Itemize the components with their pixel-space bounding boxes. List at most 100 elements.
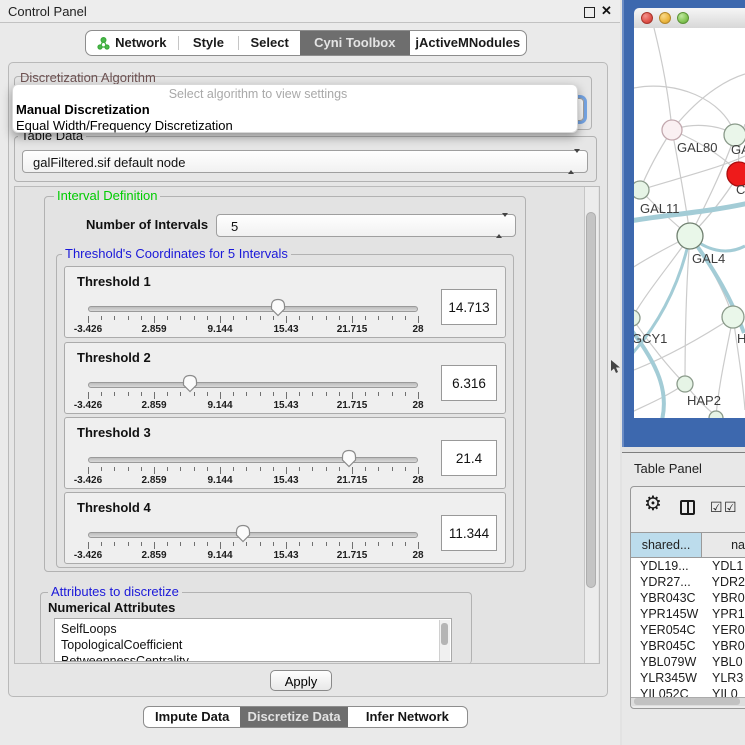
slider-tick <box>365 392 366 396</box>
table-row[interactable]: YPR145WYPR1 <box>631 606 745 622</box>
table-row[interactable]: YDL19...YDL1 <box>631 558 745 574</box>
threshold-value-field[interactable]: 6.316 <box>441 365 497 401</box>
network-view[interactable]: GAL80GACGAL11GAL4GCY1HHAP2 <box>634 28 745 418</box>
threshold-slider-track[interactable] <box>88 306 418 312</box>
tab-network[interactable]: Network <box>86 31 178 55</box>
tab-select[interactable]: Select <box>239 31 300 55</box>
slider-tick <box>352 467 353 474</box>
network-edge[interactable] <box>634 384 685 412</box>
settings-scrollbar-thumb[interactable] <box>586 212 596 588</box>
close-window-icon[interactable] <box>641 12 653 24</box>
slider-tick-label: 2.859 <box>141 550 166 561</box>
minimize-window-icon[interactable] <box>659 12 671 24</box>
slider-tick <box>128 316 129 320</box>
threshold-value-field[interactable]: 11.344 <box>441 515 497 551</box>
table-row[interactable]: YLR345WYLR3 <box>631 670 745 686</box>
table-row[interactable]: YDR27...YDR2 <box>631 574 745 590</box>
cell-name[interactable]: YDL1 <box>712 558 743 574</box>
dropdown-option-equal-width[interactable]: Equal Width/Frequency Discretization <box>16 118 233 133</box>
table-settings-gear-icon[interactable]: ⚙ <box>644 494 662 514</box>
threshold-slider-thumb[interactable] <box>341 449 357 468</box>
dropdown-placeholder: Select algorithm to view settings <box>13 87 503 101</box>
threshold-slider-thumb[interactable] <box>182 374 198 393</box>
cell-name[interactable]: YBL0 <box>712 654 743 670</box>
threshold-slider-track[interactable] <box>88 532 418 538</box>
tab-discretize-data[interactable]: Discretize Data <box>240 707 347 727</box>
cell-name[interactable]: YER0 <box>712 622 745 638</box>
slider-tick <box>167 392 168 396</box>
slider-tick-label: -3.426 <box>74 550 102 561</box>
tab-style[interactable]: Style <box>179 31 239 55</box>
network-window-titlebar[interactable] <box>634 8 745 29</box>
network-node-HAP2[interactable] <box>677 376 693 392</box>
slider-tick <box>286 542 287 549</box>
cell-shared-name[interactable]: YER054C <box>631 622 712 638</box>
table-horizontal-scrollbar-thumb[interactable] <box>634 698 740 705</box>
threshold-2-panel: Threshold 2 6.316 -3.4262.8599.14415.432… <box>64 342 506 414</box>
list-item[interactable]: SelfLoops <box>61 622 117 636</box>
zoom-window-icon[interactable] <box>677 12 689 24</box>
cell-shared-name[interactable]: YPR145W <box>631 606 712 622</box>
threshold-slider-track[interactable] <box>88 382 418 388</box>
cell-shared-name[interactable]: YDR27... <box>631 574 712 590</box>
cell-shared-name[interactable]: YLR345W <box>631 670 712 686</box>
list-scrollbar[interactable] <box>439 620 450 662</box>
slider-tick <box>167 467 168 471</box>
float-window-icon[interactable] <box>584 7 595 18</box>
dropdown-option-manual-discretization[interactable]: Manual Discretization <box>16 102 150 117</box>
select-all-checkbox-icon[interactable]: ☑ <box>710 500 723 514</box>
table-row[interactable]: YER054CYER0 <box>631 622 745 638</box>
table-body: YDL19...YDL1 YDR27...YDR2 YBR043CYBR0 YP… <box>631 558 745 697</box>
list-item[interactable]: BetweennessCentrality <box>61 654 189 662</box>
cell-name[interactable]: YBR0 <box>712 590 745 606</box>
apply-button[interactable]: Apply <box>270 670 332 691</box>
threshold-value-field[interactable]: 14.713 <box>441 289 497 325</box>
numerical-attributes-list[interactable]: SelfLoops TopologicalCoefficient Between… <box>54 618 452 662</box>
network-node-GAL80[interactable] <box>662 120 682 140</box>
algorithm-group-title: Discretization Algorithm <box>20 70 156 85</box>
slider-tick <box>273 467 274 471</box>
tab-impute-data[interactable]: Impute Data <box>144 707 240 727</box>
table-data-combo[interactable]: galFiltered.sif default node <box>22 150 588 173</box>
slider-tick-label: 9.144 <box>207 550 232 561</box>
table-row[interactable]: YBR045CYBR0 <box>631 638 745 654</box>
cell-name[interactable]: YPR1 <box>712 606 745 622</box>
cell-shared-name[interactable]: YDL19... <box>631 558 712 574</box>
table-row[interactable]: YBL079WYBL0 <box>631 654 745 670</box>
close-icon[interactable]: ✕ <box>601 3 612 19</box>
table-row[interactable]: YIL052CYIL0 <box>631 686 745 697</box>
tab-jactivemnodules[interactable]: jActiveMNodules <box>410 31 526 55</box>
slider-tick <box>101 467 102 471</box>
cell-shared-name[interactable]: YIL052C <box>631 686 712 697</box>
tab-cyni-toolbox[interactable]: Cyni Toolbox <box>300 31 410 55</box>
cell-name[interactable]: YIL0 <box>712 686 738 697</box>
network-node-GAL4[interactable] <box>677 223 703 249</box>
cell-name[interactable]: YLR3 <box>712 670 743 686</box>
table-row[interactable]: YBR043CYBR0 <box>631 590 745 606</box>
column-selector-icon[interactable] <box>680 500 695 515</box>
threshold-label: Threshold 1 <box>77 274 151 289</box>
panel-divider[interactable] <box>622 452 745 453</box>
cell-shared-name[interactable]: YBR045C <box>631 638 712 654</box>
column-header-name[interactable]: na <box>702 533 745 557</box>
threshold-slider-thumb[interactable] <box>270 298 286 317</box>
threshold-value-field[interactable]: 21.4 <box>441 440 497 476</box>
cell-name[interactable]: YBR0 <box>712 638 745 654</box>
tab-infer-network[interactable]: Infer Network <box>348 707 467 727</box>
mouse-cursor-icon <box>611 360 621 374</box>
network-edge[interactable] <box>654 28 672 130</box>
slider-tick <box>128 392 129 396</box>
threshold-slider-thumb[interactable] <box>235 524 251 543</box>
list-item[interactable]: TopologicalCoefficient <box>61 638 182 652</box>
num-intervals-combo[interactable]: 5 <box>216 214 516 237</box>
cell-shared-name[interactable]: YBL079W <box>631 654 712 670</box>
select-none-checkbox-icon[interactable]: ☑ <box>724 500 737 514</box>
network-node-GAL11[interactable] <box>634 181 649 199</box>
network-node-GCY1[interactable] <box>634 310 640 326</box>
network-edge[interactable] <box>634 236 690 318</box>
cell-shared-name[interactable]: YBR043C <box>631 590 712 606</box>
network-node-H[interactable] <box>722 306 744 328</box>
column-header-shared-name[interactable]: shared... <box>631 533 702 557</box>
cell-name[interactable]: YDR2 <box>712 574 745 590</box>
threshold-slider-track[interactable] <box>88 457 418 463</box>
